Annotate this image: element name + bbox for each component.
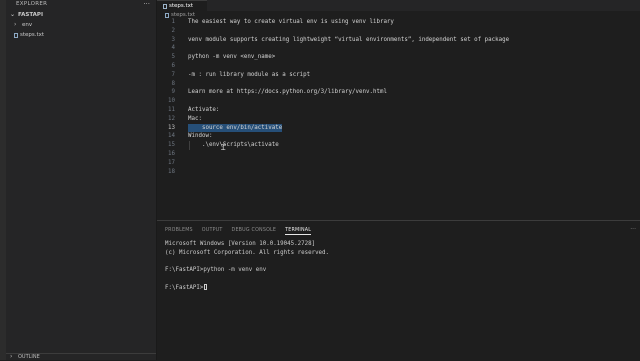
outline-section-header[interactable]: › OUTLINE: [6, 353, 156, 360]
code-editor[interactable]: 1 The easiest way to create virtual env i…: [157, 18, 640, 176]
tab-problems[interactable]: PROBLEMS: [165, 228, 193, 235]
line-number: 2: [171, 27, 176, 34]
chevron-right-icon: ›: [14, 21, 17, 28]
file-icon: [163, 3, 167, 9]
code-line[interactable]: 18: [157, 168, 640, 177]
code-line[interactable]: 3 venv module supports creating lightweig…: [157, 36, 640, 45]
tab-steps-txt[interactable]: steps.txt: [157, 0, 207, 11]
code-line[interactable]: 4: [157, 44, 640, 53]
chevron-down-icon: ⌄: [10, 11, 16, 18]
file-icon: [14, 32, 18, 38]
file-icon: [165, 12, 169, 18]
code-line[interactable]: 16: [157, 150, 640, 159]
tree-item-env[interactable]: › env: [14, 21, 33, 29]
code-line[interactable]: 2: [157, 27, 640, 36]
line-number: 8: [171, 80, 176, 87]
line-number: 15: [168, 142, 175, 149]
terminal-prompt: F:\FastAPI>: [165, 284, 204, 291]
tab-label: steps.txt: [169, 3, 194, 9]
line-number: 1: [171, 19, 176, 25]
code-line[interactable]: 1 The easiest way to create virtual env i…: [157, 18, 640, 27]
terminal-prompt-line[interactable]: F:\FastAPI>: [165, 284, 329, 293]
explorer-title: EXPLORER: [16, 1, 48, 7]
mouse-ibeam-cursor-icon: Ɪ: [221, 143, 226, 152]
explorer-more-button[interactable]: ···: [143, 0, 150, 8]
line-text[interactable]: Learn more at https://docs.python.org/3/…: [188, 88, 387, 97]
line-number: 6: [171, 62, 176, 69]
line-number: 16: [168, 150, 175, 157]
tree-item-label: env: [22, 22, 33, 28]
line-number: 5: [171, 54, 176, 61]
code-line[interactable]: 11 Activate:: [157, 106, 640, 115]
terminal-line: F:\FastAPI>python -m venv env: [165, 267, 267, 274]
line-number: 4: [171, 45, 176, 52]
line-text[interactable]: venv module supports creating lightweigh…: [188, 36, 509, 45]
tab-debug-console[interactable]: DEBUG CONSOLE: [232, 228, 277, 235]
line-number: 10: [168, 98, 175, 105]
code-line[interactable]: 8: [157, 80, 640, 89]
code-line[interactable]: 14 Window:: [157, 132, 640, 141]
line-text[interactable]: Mac:: [188, 115, 202, 124]
line-number: 9: [171, 89, 176, 96]
panel-more-button[interactable]: ···: [630, 226, 636, 233]
line-text[interactable]: python -m venv <env_name>: [188, 53, 275, 62]
code-line[interactable]: 9 Learn more at https://docs.python.org/3…: [157, 88, 640, 97]
line-text[interactable]: Window:: [188, 132, 212, 141]
panel-tabs: PROBLEMS OUTPUT DEBUG CONSOLE TERMINAL: [165, 228, 312, 235]
code-line[interactable]: 15 .\env\Scripts\activate: [157, 141, 640, 150]
line-number: 12: [168, 115, 175, 122]
line-text[interactable]: Activate:: [188, 106, 219, 115]
outline-label: OUTLINE: [18, 354, 40, 360]
code-line[interactable]: 17: [157, 159, 640, 168]
editor-area: steps.txt steps.txt 1 The easiest way to …: [157, 0, 640, 220]
line-text[interactable]: .\env\Scripts\activate: [188, 141, 279, 150]
code-line[interactable]: 12 Mac:: [157, 115, 640, 124]
tree-item-steps-txt[interactable]: steps.txt: [14, 32, 44, 38]
code-line[interactable]: 7 -m : run library module as a script: [157, 71, 640, 80]
code-line[interactable]: 5 python -m venv <env_name>: [157, 53, 640, 62]
folder-fastapi[interactable]: ⌄ FASTAPI: [10, 11, 44, 19]
line-number: 3: [171, 36, 176, 43]
bottom-panel: PROBLEMS OUTPUT DEBUG CONSOLE TERMINAL ·…: [157, 220, 640, 361]
tab-terminal[interactable]: TERMINAL: [285, 228, 312, 235]
explorer-sidebar: EXPLORER ··· ⌄ FASTAPI › env steps.txt ›…: [6, 0, 157, 360]
line-number: 14: [168, 133, 175, 140]
terminal-cursor: [204, 284, 208, 291]
code-line[interactable]: 6: [157, 62, 640, 71]
line-number: 13: [168, 124, 175, 131]
terminal-output[interactable]: Microsoft Windows [Version 10.0.19045.27…: [165, 240, 329, 293]
tab-strip: steps.txt: [157, 0, 640, 11]
terminal-line: (c) Microsoft Corporation. All rights re…: [165, 249, 330, 256]
line-text[interactable]: The easiest way to create virtual env is…: [188, 18, 394, 27]
line-text[interactable]: -m : run library module as a script: [188, 71, 310, 80]
tree-item-label: steps.txt: [20, 32, 45, 38]
code-line[interactable]: 10: [157, 97, 640, 106]
line-number: 17: [168, 159, 175, 166]
line-number: 7: [171, 71, 176, 78]
line-number: 18: [168, 168, 175, 175]
terminal-line: Microsoft Windows [Version 10.0.19045.27…: [165, 241, 316, 247]
chevron-right-icon: ›: [10, 353, 13, 360]
line-number: 11: [168, 106, 175, 113]
folder-label: FASTAPI: [18, 12, 44, 18]
code-line-active[interactable]: 13 source env/bin/activate: [157, 123, 640, 133]
selected-line-text[interactable]: source env/bin/activate: [188, 123, 283, 133]
tab-output[interactable]: OUTPUT: [202, 228, 223, 235]
